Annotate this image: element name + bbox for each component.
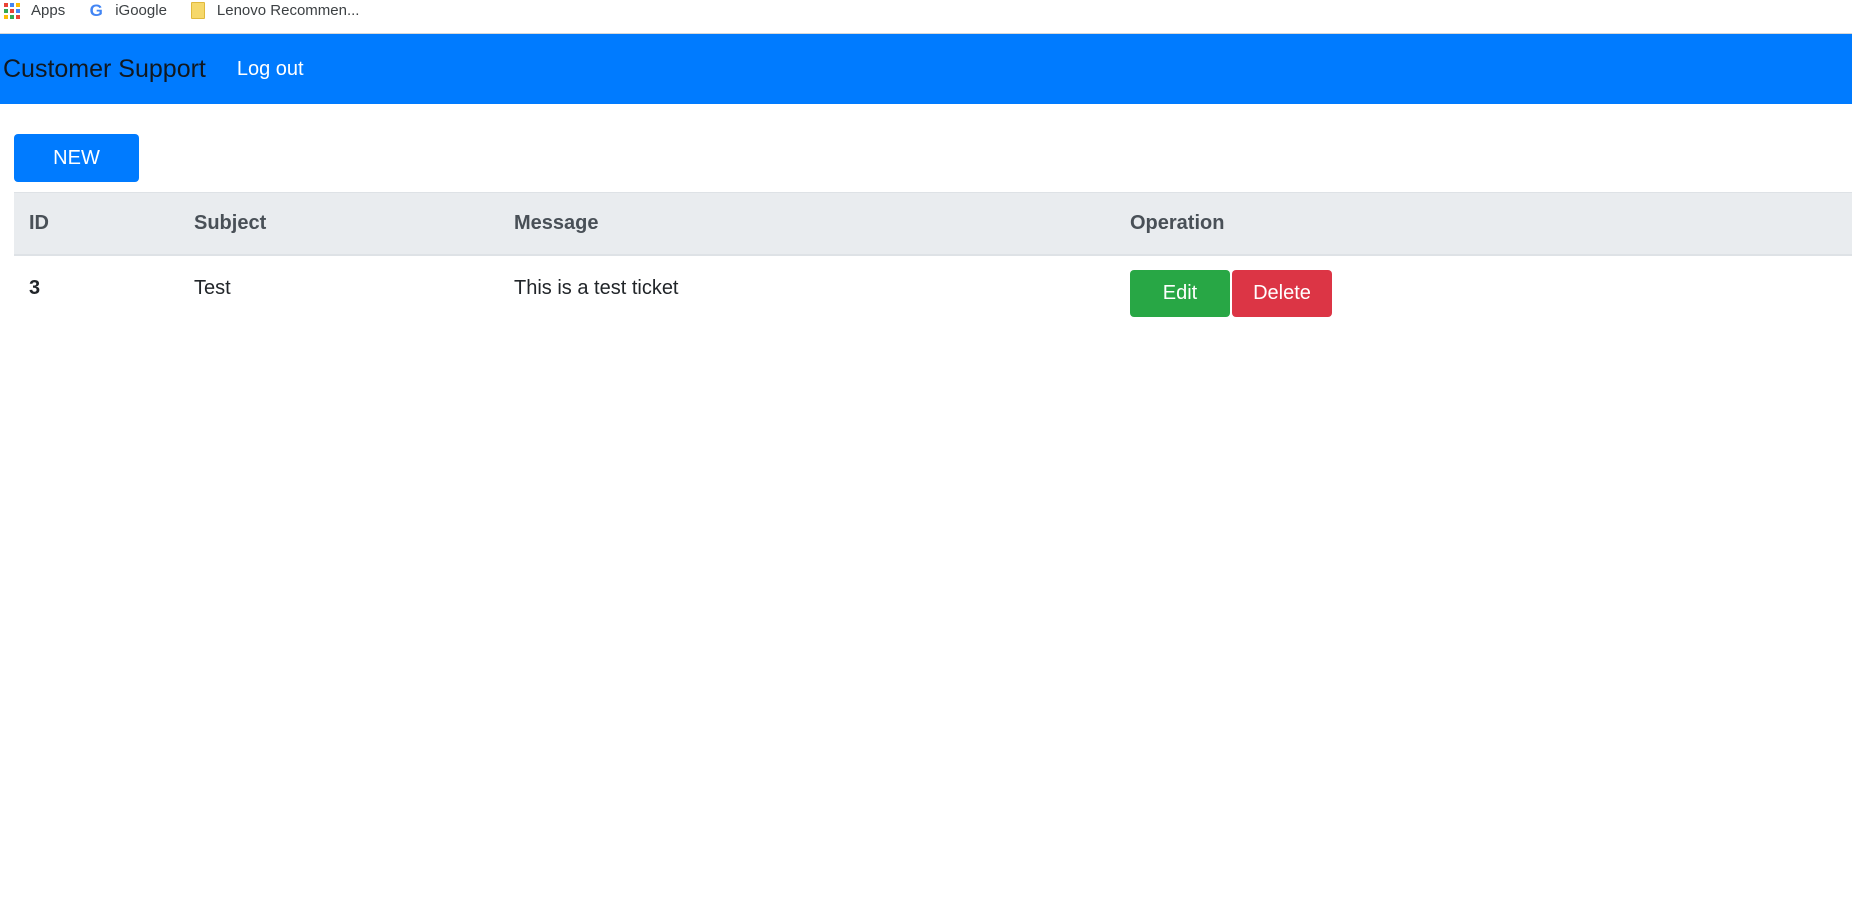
cell-subject: Test [194, 276, 231, 299]
column-header-id: ID [14, 192, 179, 256]
bookmark-label: iGoogle [115, 2, 167, 19]
cell-operation: Edit Delete [1115, 255, 1852, 353]
apps-grid-icon [3, 2, 21, 20]
bookmarks-bar: Apps G iGoogle Lenovo Recommen... [0, 0, 1852, 34]
column-header-message: Message [499, 192, 1115, 256]
bookmark-label: Apps [31, 2, 66, 19]
bookmark-apps[interactable]: Apps [0, 0, 87, 22]
delete-button[interactable]: Delete [1232, 269, 1332, 317]
bookmark-label: Lenovo Recommen... [216, 2, 360, 19]
edit-button[interactable]: Edit [1130, 269, 1230, 317]
cell-message: This is a test ticket [514, 276, 679, 299]
google-icon: G [89, 0, 103, 20]
table-row: 3 Test This is a test ticket Edit Delete [14, 255, 1852, 353]
top-navbar: Customer Support Log out [0, 34, 1852, 104]
bookmark-lenovo[interactable]: Lenovo Recommen... [189, 0, 382, 22]
logout-link[interactable]: Log out [237, 59, 304, 79]
bookmark-igoogle[interactable]: G iGoogle [87, 0, 189, 22]
table-header-row: ID Subject Message Operation [14, 192, 1852, 256]
column-header-subject: Subject [179, 192, 499, 256]
new-ticket-button[interactable]: NEW [14, 134, 139, 182]
cell-id: 3 [29, 276, 41, 299]
navbar-brand[interactable]: Customer Support [3, 56, 206, 82]
column-header-operation: Operation [1115, 192, 1852, 256]
tickets-table: ID Subject Message Operation 3 Test This… [14, 192, 1852, 353]
folder-icon [189, 2, 207, 20]
